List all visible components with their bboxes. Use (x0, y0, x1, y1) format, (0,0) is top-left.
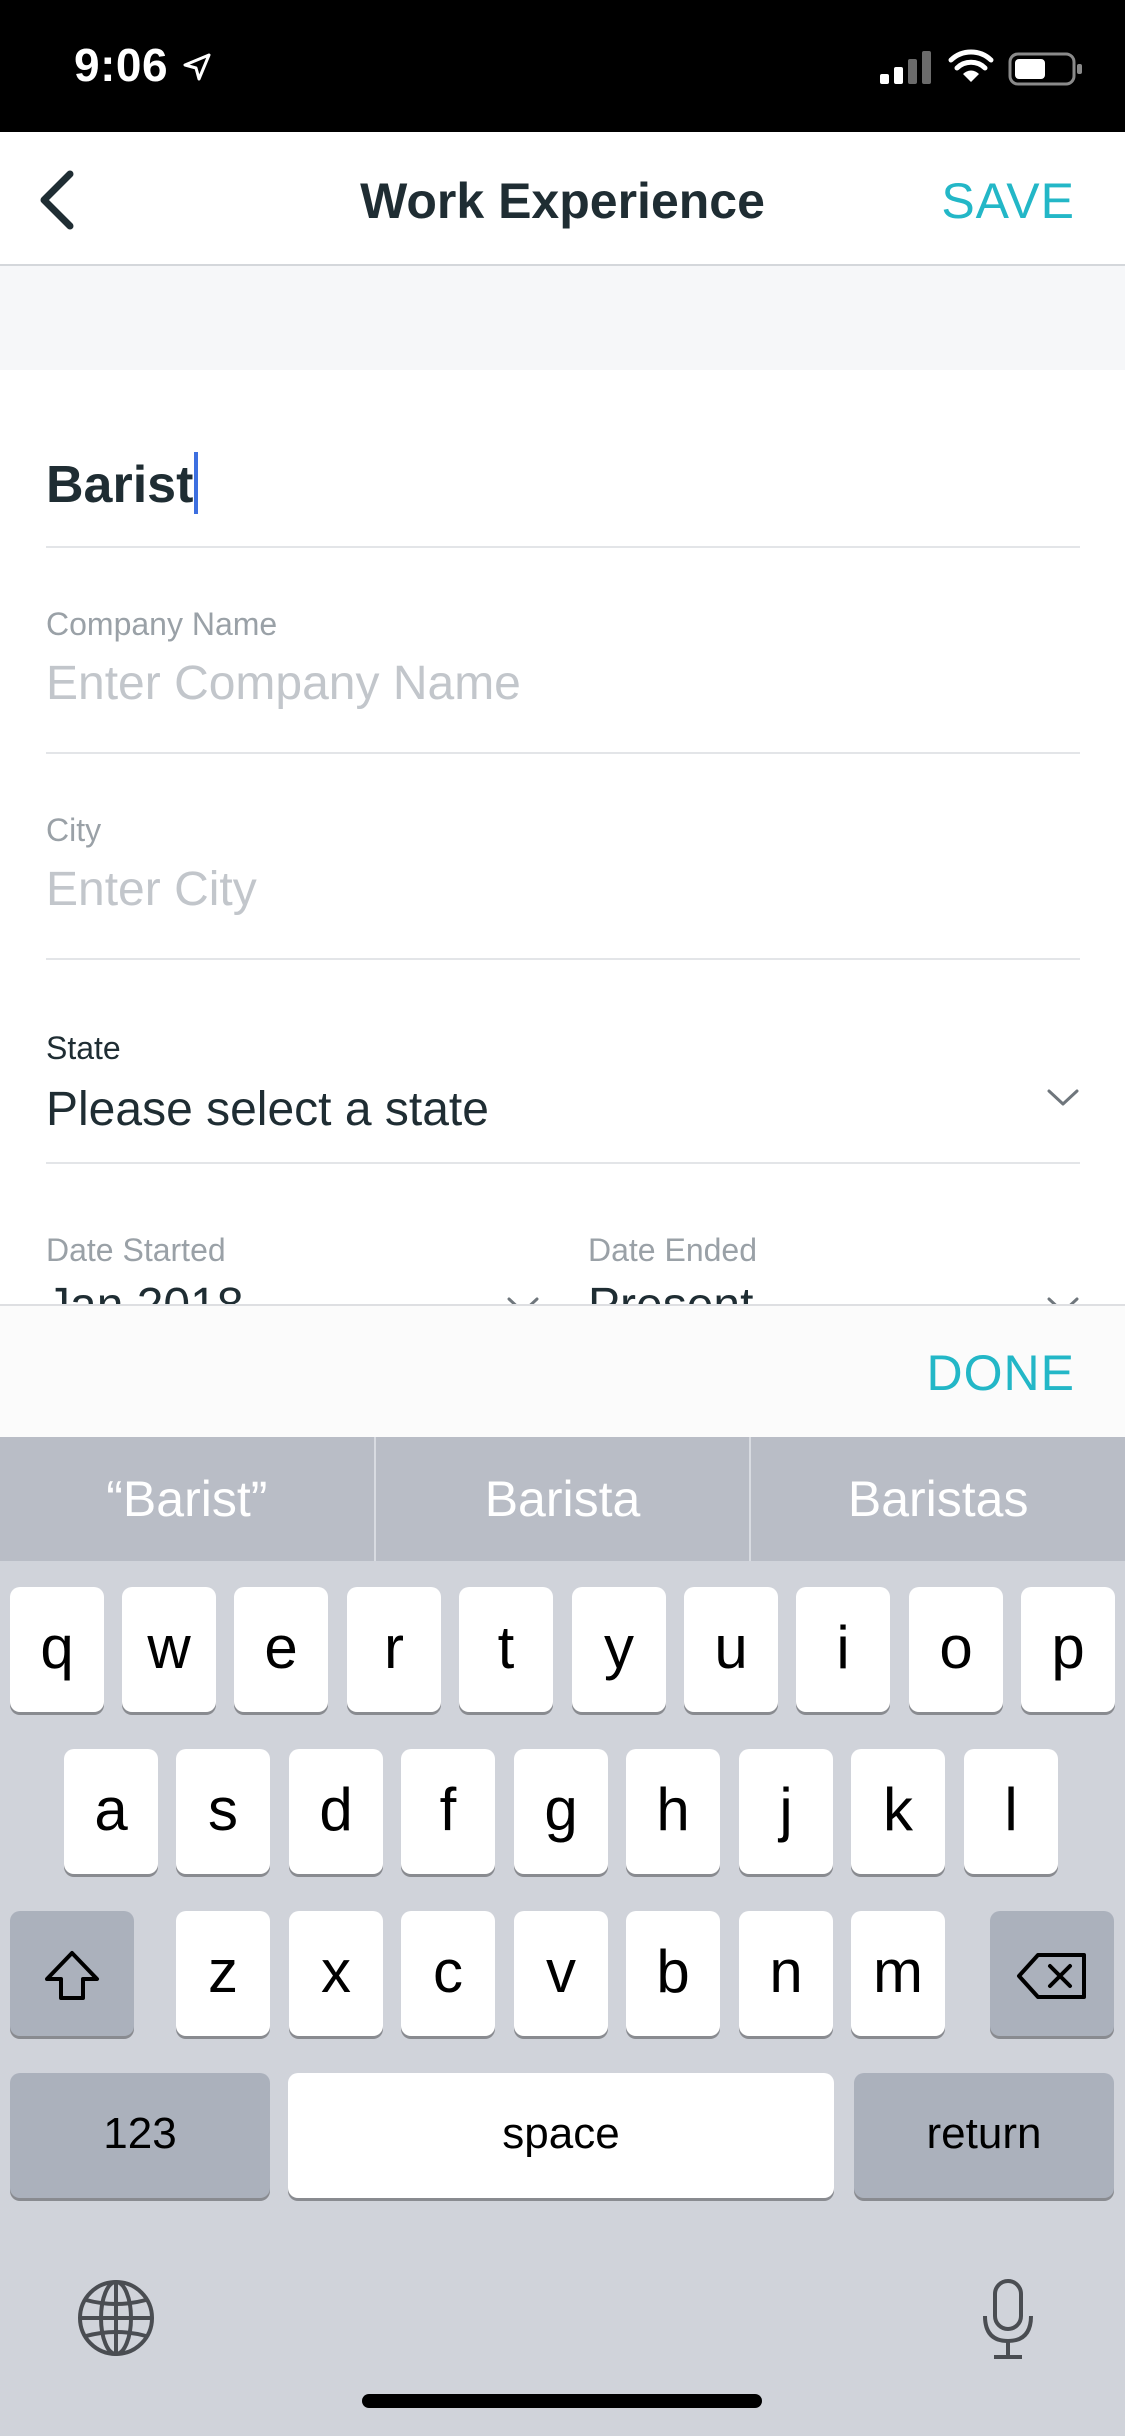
key-x[interactable]: x (289, 1911, 383, 2036)
battery-icon (1008, 52, 1082, 86)
key-o[interactable]: o (909, 1587, 1003, 1712)
suggestion-item[interactable]: Barista (373, 1437, 750, 1561)
key-s[interactable]: s (176, 1749, 270, 1874)
status-bar: 9:06 (0, 0, 1125, 132)
key-j[interactable]: j (739, 1749, 833, 1874)
company-name-field[interactable]: Company Name Enter Company Name (46, 546, 1080, 754)
job-title-input[interactable]: Barist (46, 452, 199, 515)
chevron-down-icon (1047, 1089, 1079, 1106)
suggestion-bar: “Barist” Barista Baristas (0, 1437, 1125, 1561)
space-key[interactable]: space (288, 2073, 834, 2198)
keyboard: “Barist” Barista Baristas q w e r t y u … (0, 1437, 1125, 2436)
location-arrow-icon (183, 53, 211, 81)
globe-icon[interactable] (76, 2278, 156, 2358)
wifi-icon (948, 49, 994, 82)
city-field[interactable]: City Enter City (46, 752, 1080, 960)
numbers-key[interactable]: 123 (10, 2073, 270, 2198)
cellular-signal-icon (880, 51, 931, 84)
key-v[interactable]: v (514, 1911, 608, 2036)
key-w[interactable]: w (122, 1587, 216, 1712)
chevron-down-icon (1047, 1297, 1079, 1304)
keyboard-accessory-toolbar: DONE (0, 1304, 1125, 1438)
company-name-label: Company Name (46, 606, 278, 642)
key-q[interactable]: q (10, 1587, 104, 1712)
key-y[interactable]: y (572, 1587, 666, 1712)
section-spacer (0, 266, 1125, 370)
date-ended-value[interactable]: Present (588, 1278, 753, 1304)
nav-bar: Work Experience SAVE (0, 132, 1125, 266)
city-label: City (46, 812, 102, 848)
chevron-down-icon (507, 1297, 539, 1304)
date-ended-label: Date Ended (588, 1232, 758, 1268)
city-input[interactable]: Enter City (46, 862, 257, 917)
key-z[interactable]: z (176, 1911, 270, 2036)
shift-icon (45, 1951, 99, 2001)
state-value[interactable]: Please select a state (46, 1082, 489, 1137)
date-started-value[interactable]: Jan 2018 (46, 1278, 244, 1304)
date-row: Date Started Jan 2018 Date Ended Present (0, 1162, 1125, 1304)
key-p[interactable]: p (1021, 1587, 1115, 1712)
key-r[interactable]: r (347, 1587, 441, 1712)
job-title-value: Barist (46, 456, 194, 514)
state-select[interactable]: State Please select a state (46, 958, 1080, 1164)
delete-key[interactable] (990, 1911, 1114, 2036)
key-d[interactable]: d (289, 1749, 383, 1874)
shift-key[interactable] (10, 1911, 134, 2036)
backspace-icon (1017, 1953, 1086, 2000)
key-l[interactable]: l (964, 1749, 1058, 1874)
key-f[interactable]: f (401, 1749, 495, 1874)
return-key[interactable]: return (854, 2073, 1114, 2198)
key-c[interactable]: c (401, 1911, 495, 2036)
text-cursor (194, 452, 199, 514)
key-k[interactable]: k (851, 1749, 945, 1874)
key-u[interactable]: u (684, 1587, 778, 1712)
suggestion-item[interactable]: Baristas (749, 1437, 1125, 1561)
home-indicator[interactable] (362, 2394, 762, 2408)
key-t[interactable]: t (459, 1587, 553, 1712)
key-n[interactable]: n (739, 1911, 833, 2036)
save-button[interactable]: SAVE (941, 172, 1075, 230)
job-title-field[interactable]: Barist (46, 412, 1080, 548)
microphone-icon[interactable] (978, 2278, 1038, 2362)
key-g[interactable]: g (514, 1749, 608, 1874)
key-h[interactable]: h (626, 1749, 720, 1874)
company-name-input[interactable]: Enter Company Name (46, 656, 521, 711)
state-label: State (46, 1030, 121, 1066)
suggestion-item[interactable]: “Barist” (0, 1437, 374, 1561)
key-i[interactable]: i (796, 1587, 890, 1712)
key-a[interactable]: a (64, 1749, 158, 1874)
key-e[interactable]: e (234, 1587, 328, 1712)
done-button[interactable]: DONE (927, 1344, 1075, 1402)
key-m[interactable]: m (851, 1911, 945, 2036)
status-time: 9:06 (74, 39, 169, 91)
key-b[interactable]: b (626, 1911, 720, 2036)
date-started-label: Date Started (46, 1232, 226, 1268)
